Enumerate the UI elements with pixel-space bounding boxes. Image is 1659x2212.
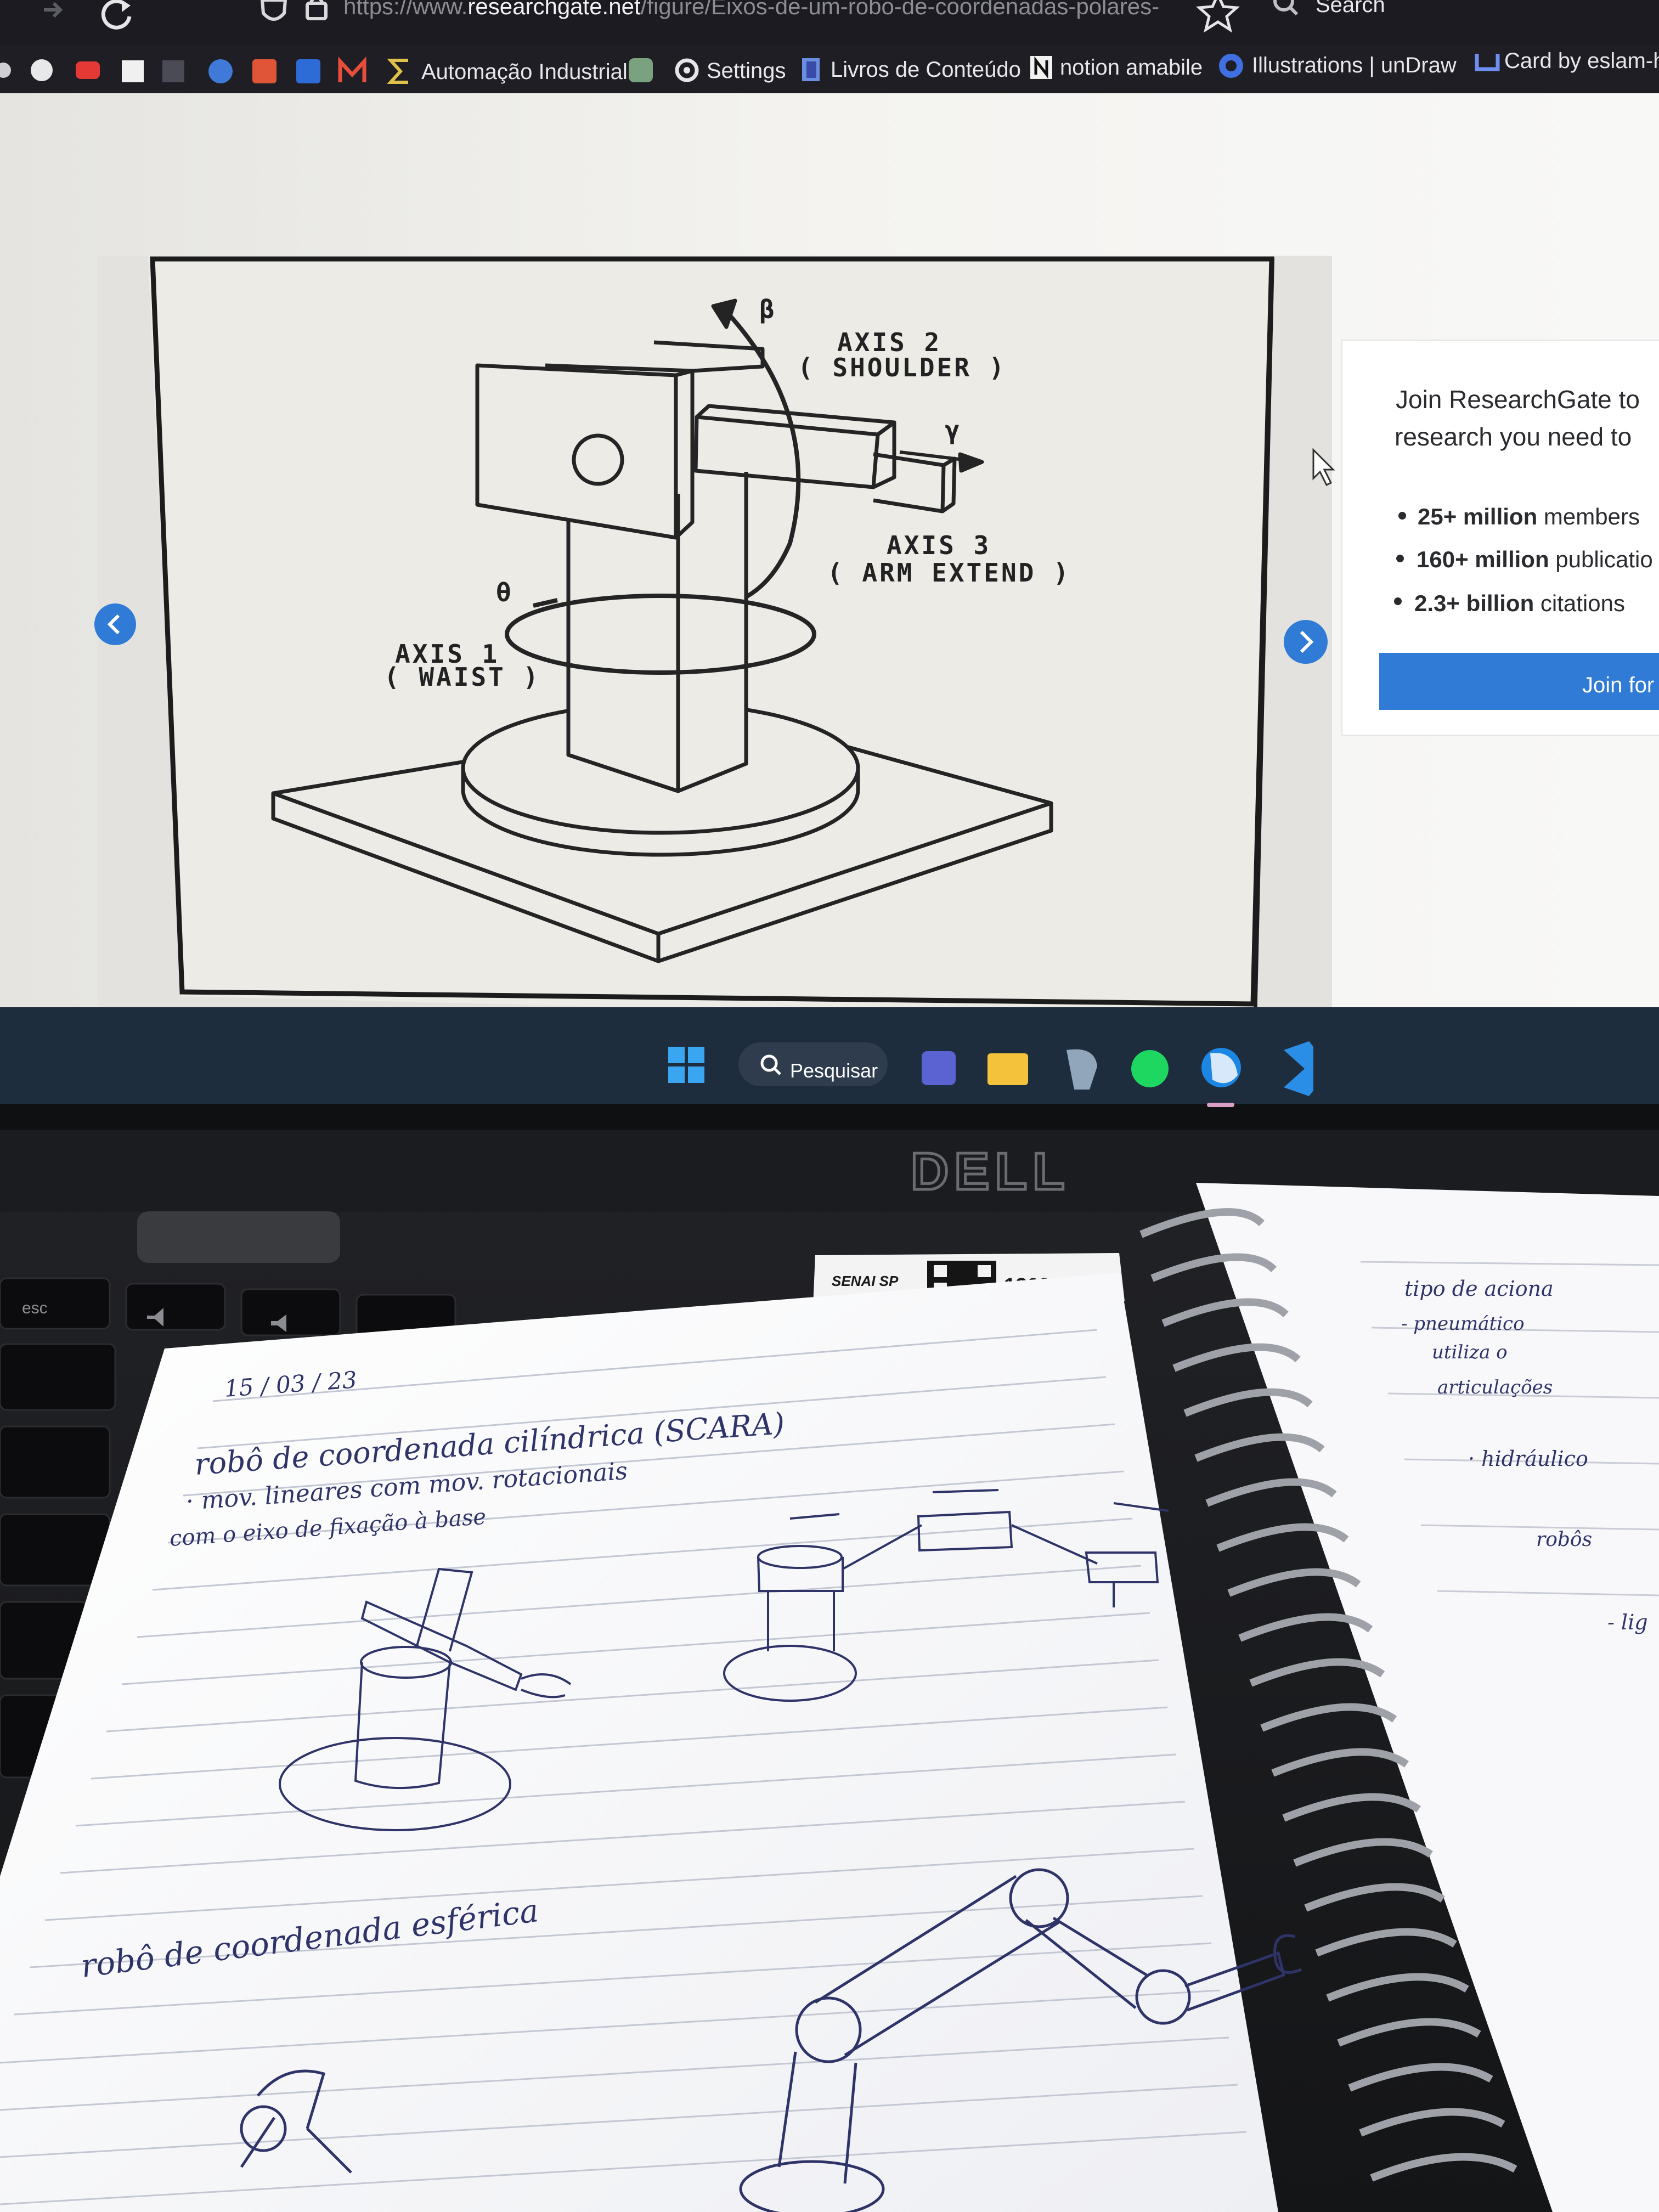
axis2-subtitle: ( SHOULDER ): [798, 353, 1006, 382]
right-page-line5: · hidráulico: [1468, 1447, 1588, 1471]
bookmark-settings[interactable]: Settings: [707, 59, 786, 83]
join-headline-line2: research you need to: [1395, 422, 1632, 451]
join-button-label: Join for: [1582, 673, 1654, 697]
bookmark-undraw[interactable]: Illustrations | unDraw: [1252, 53, 1457, 77]
notebook-left-page: 15 / 03 / 23 robô de coordenada cilíndri…: [0, 1273, 1302, 2212]
bookmark-livros[interactable]: Livros de Conteúdo: [831, 58, 1021, 82]
firefox-active-indicator: [1207, 1103, 1234, 1107]
firefox-icon[interactable]: [1201, 1048, 1241, 1087]
photo-scene: https://www.researchgate.net/figure/Eixo…: [0, 0, 1659, 2212]
carousel-next-button[interactable]: [1284, 620, 1328, 664]
bookmark-card[interactable]: Card by eslam-h: [1504, 49, 1659, 73]
notion-icon: [1030, 56, 1052, 79]
bookmark-notion[interactable]: notion amabile: [1060, 55, 1203, 80]
axis1-subtitle: ( WAIST ): [384, 662, 540, 692]
gamma-label: γ: [945, 415, 962, 445]
bookmark-automacao[interactable]: Automação Industrial: [421, 60, 628, 84]
hinge: [137, 1211, 340, 1263]
bullet-publications: 160+ million publicatio: [1417, 546, 1653, 572]
right-page-line4: articulações: [1437, 1376, 1553, 1398]
bookmark-chatgpt-icon[interactable]: [629, 58, 653, 82]
taskbar-search-label: Pesquisar: [790, 1059, 878, 1082]
axis3-subtitle: ( ARM EXTEND ): [827, 558, 1071, 588]
dell-logo: DELL: [911, 1142, 1070, 1201]
search-box-label[interactable]: Search: [1316, 0, 1385, 17]
key-esc[interactable]: esc: [22, 1299, 48, 1317]
robot-figure[interactable]: β AXIS 2 ( SHOULDER ) γ AXIS 3 ( ARM EXT…: [148, 256, 1274, 1024]
right-page-line7: - lig: [1607, 1610, 1648, 1634]
axis3-title: AXIS 3: [887, 531, 991, 560]
bullet-citations: 2.3+ billion citations: [1414, 590, 1625, 616]
right-page-line3: utiliza o: [1432, 1341, 1508, 1363]
asset-tag-org: SENAI SP: [832, 1273, 899, 1289]
file-explorer-icon[interactable]: [988, 1053, 1028, 1085]
right-page-line1: tipo de aciona: [1404, 1277, 1554, 1301]
theta-label: θ: [496, 578, 514, 607]
right-page-line6: robôs: [1536, 1528, 1592, 1551]
book-icon: [802, 58, 820, 81]
teams-icon[interactable]: [922, 1051, 956, 1085]
carousel-prev-button[interactable]: [94, 603, 136, 645]
beta-label: β: [759, 295, 777, 324]
url-bar[interactable]: https://www.researchgate.net/figure/Eixo…: [343, 0, 1159, 19]
undraw-icon: [1219, 54, 1243, 78]
join-headline-line1: Join ResearchGate to: [1396, 385, 1640, 414]
bullet-members: 25+ million members: [1418, 504, 1640, 529]
right-page-line2: - pneumático: [1401, 1313, 1525, 1335]
spotify-icon[interactable]: [1131, 1050, 1169, 1087]
